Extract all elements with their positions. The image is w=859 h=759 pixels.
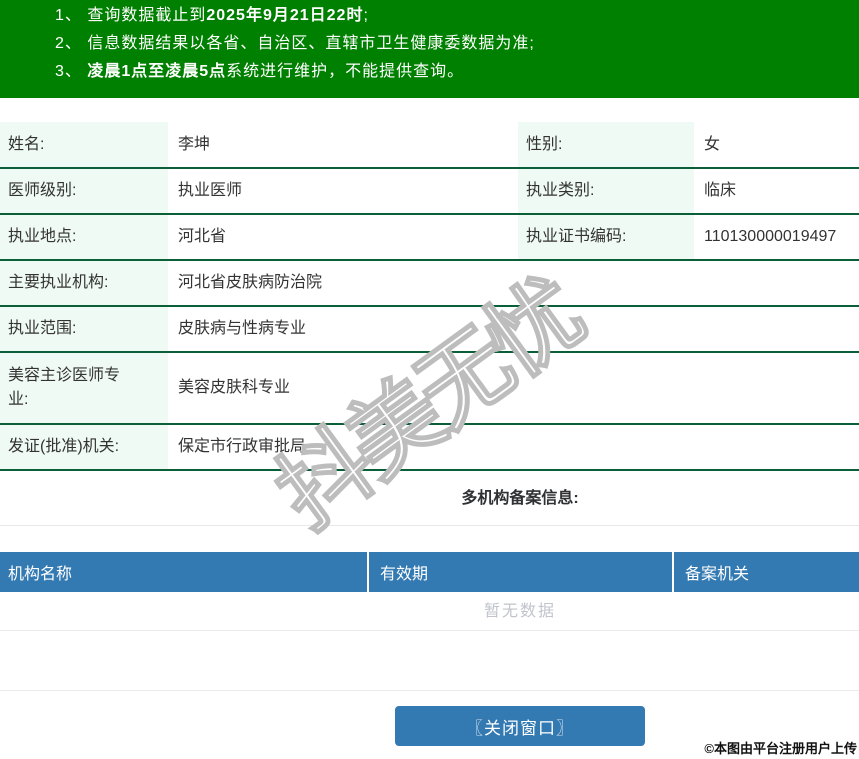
practice-scope-label: 执业范围:	[0, 306, 168, 353]
notice-3-bold: 凌晨1点至凌晨5点	[87, 63, 227, 80]
notice-banner: 1、 查询数据截止到2025年9月21日22时; 2、 信息数据结果以各省、自治…	[0, 0, 859, 98]
cosmetic-specialty-value: 美容皮肤科专业	[168, 352, 859, 425]
column-header-registration-authority: 备案机关	[672, 552, 859, 592]
practice-location-value: 河北省	[168, 214, 518, 261]
page-container: 1、 查询数据截止到2025年9月21日22时; 2、 信息数据结果以各省、自治…	[0, 0, 859, 746]
main-institution-value: 河北省皮肤病防治院	[168, 260, 859, 307]
practitioner-info-table: 姓名: 李坤 性别: 女 医师级别: 执业医师 执业类别: 临床 执业地点: 河…	[0, 122, 859, 471]
table-row: 美容主诊医师专业: 美容皮肤科专业	[0, 352, 859, 425]
gender-value: 女	[694, 122, 859, 169]
close-window-button[interactable]: 〖关闭窗口〗	[395, 706, 645, 746]
notice-2-text: 2、 信息数据结果以各省、自治区、直辖市卫生健康委数据为准;	[55, 35, 535, 52]
column-header-institution: 机构名称	[8, 566, 73, 583]
practice-category-value: 临床	[694, 168, 859, 215]
records-table-header: 机构名称 有效期 备案机关	[0, 552, 859, 592]
table-row: 主要执业机构: 河北省皮肤病防治院	[0, 260, 859, 307]
notice-item-1: 1、 查询数据截止到2025年9月21日22时;	[55, 2, 859, 30]
certificate-number-label: 执业证书编码:	[518, 214, 694, 261]
gender-label: 性别:	[518, 122, 694, 169]
doctor-level-label: 医师级别:	[0, 168, 168, 215]
table-row: 发证(批准)机关: 保定市行政审批局	[0, 424, 859, 471]
notice-1-bold: 2025年9月21日22时	[206, 7, 364, 24]
notice-item-2: 2、 信息数据结果以各省、自治区、直辖市卫生健康委数据为准;	[55, 30, 859, 58]
doctor-level-value: 执业医师	[168, 168, 518, 215]
practice-location-label: 执业地点:	[0, 214, 168, 261]
notice-3-text: 3、	[55, 63, 88, 80]
notice-1-post: ;	[363, 7, 369, 24]
notice-1-text: 1、 查询数据截止到	[55, 7, 207, 24]
notice-item-3: 3、 凌晨1点至凌晨5点系统进行维护，不能提供查询。	[55, 58, 859, 86]
records-blank-row	[0, 631, 859, 691]
name-label: 姓名:	[0, 122, 168, 169]
empty-data-text: 暂无数据	[0, 592, 859, 631]
table-row: 执业地点: 河北省 执业证书编码: 110130000019497	[0, 214, 859, 261]
practice-scope-value: 皮肤病与性病专业	[168, 306, 859, 353]
issuing-authority-value: 保定市行政审批局	[168, 424, 859, 471]
cosmetic-specialty-label: 美容主诊医师专业:	[0, 352, 168, 425]
records-section-title: 多机构备案信息:	[0, 471, 859, 526]
main-institution-label: 主要执业机构:	[0, 260, 168, 307]
table-row: 医师级别: 执业医师 执业类别: 临床	[0, 168, 859, 215]
column-header-validity: 有效期	[367, 552, 672, 592]
table-row: 姓名: 李坤 性别: 女	[0, 122, 859, 169]
upload-note-watermark: ©本图由平台注册用户上传	[704, 741, 857, 756]
name-value: 李坤	[168, 122, 518, 169]
table-row: 执业范围: 皮肤病与性病专业	[0, 306, 859, 353]
notice-3-post: 系统进行维护，不能提供查询。	[226, 63, 465, 80]
issuing-authority-label: 发证(批准)机关:	[0, 424, 168, 471]
certificate-number-value: 110130000019497	[694, 214, 859, 261]
practice-category-label: 执业类别:	[518, 168, 694, 215]
